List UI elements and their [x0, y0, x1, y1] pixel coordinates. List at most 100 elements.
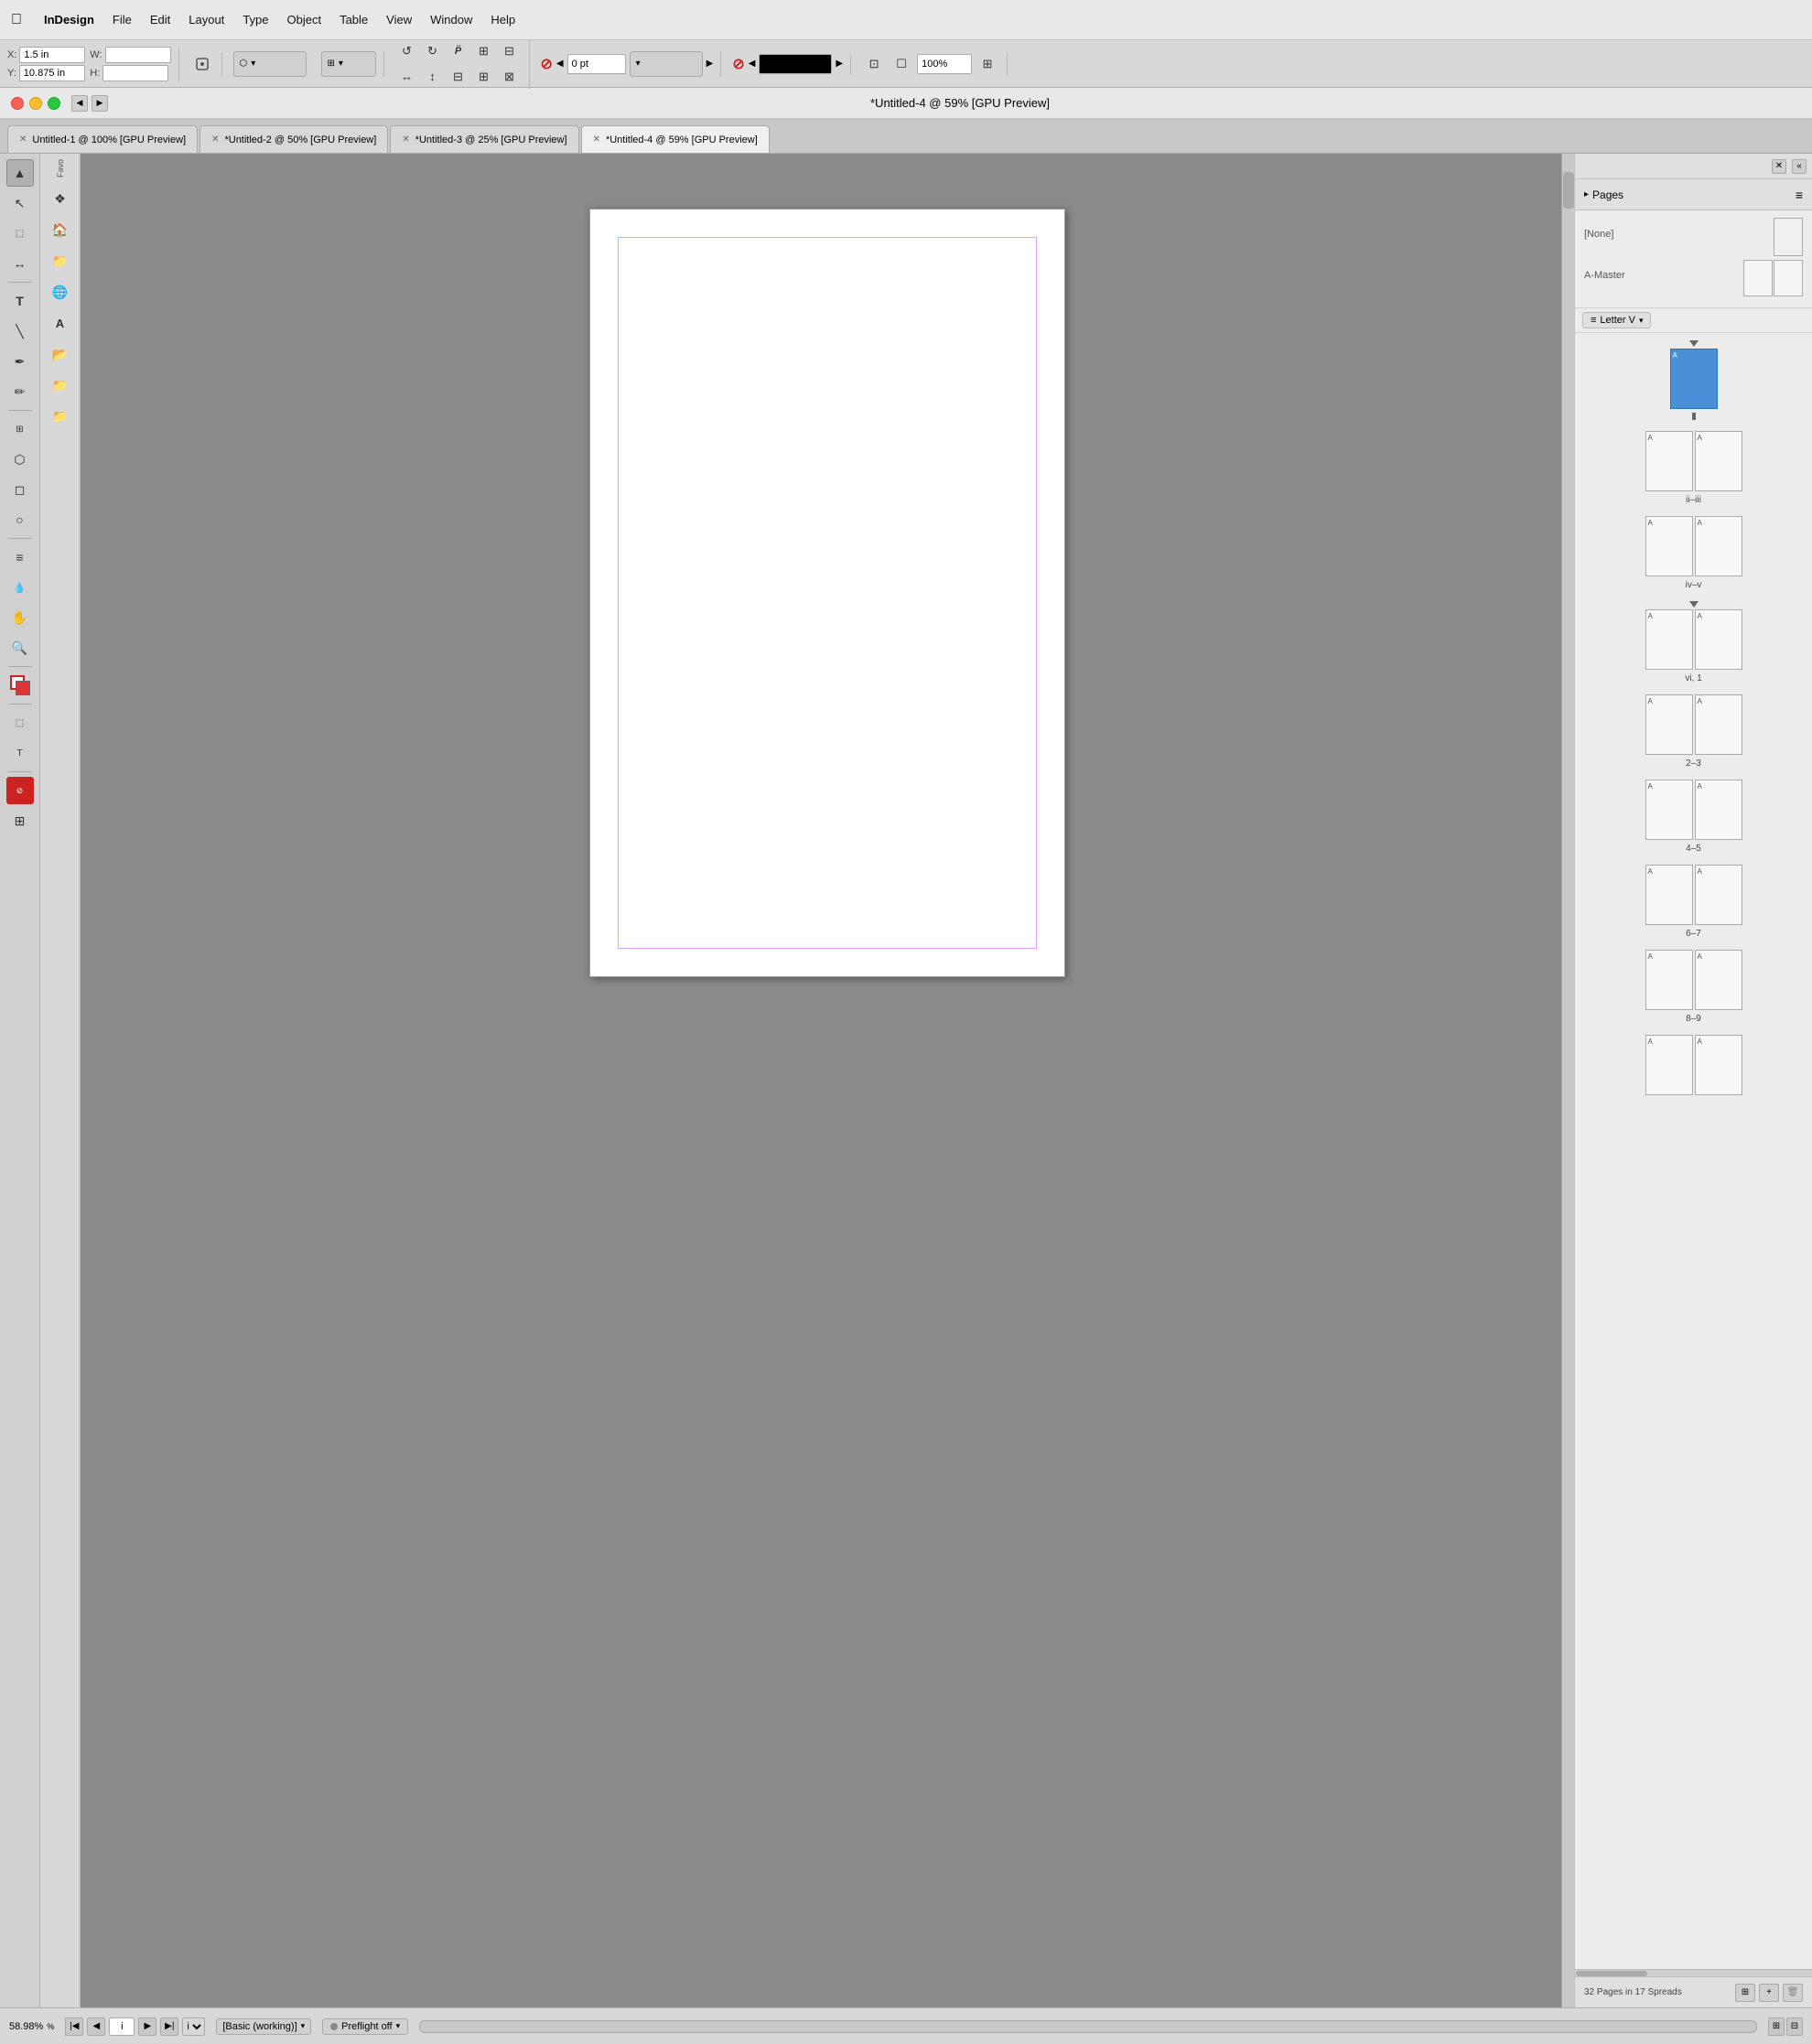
- tab-0[interactable]: ✕ Untitled-1 @ 100% [GPU Preview]: [7, 125, 198, 153]
- fill-color-swatch[interactable]: [759, 54, 832, 74]
- align-left-btn[interactable]: ⊞: [472, 39, 496, 63]
- type-tool[interactable]: T: [6, 287, 34, 315]
- fill-stroke-indicator[interactable]: [6, 672, 34, 699]
- vertical-scrollbar[interactable]: [1561, 154, 1574, 2007]
- page-select[interactable]: i: [182, 2017, 205, 2036]
- fav-item-5[interactable]: 📂: [47, 340, 74, 368]
- resize-btn[interactable]: ⊡: [862, 52, 886, 76]
- stroke-pt-input[interactable]: [567, 54, 626, 74]
- a-master-left-thumb[interactable]: [1743, 260, 1773, 296]
- new-master-btn[interactable]: ⊞: [1735, 1984, 1755, 2002]
- hand-tool[interactable]: ✋: [6, 604, 34, 631]
- pen-tool[interactable]: ✒: [6, 348, 34, 375]
- page-thumb-6[interactable]: A: [1645, 865, 1693, 925]
- fav-item-6[interactable]: 📁: [47, 371, 74, 399]
- more-options-btn[interactable]: ⊞: [976, 52, 999, 76]
- page-thumb-vi[interactable]: A: [1645, 609, 1693, 670]
- page-spread[interactable]: [589, 209, 1065, 977]
- align-center-btn[interactable]: ⊟: [498, 39, 522, 63]
- stroke-arrow-right[interactable]: ▶: [706, 59, 714, 69]
- title-next-btn[interactable]: ▶: [92, 95, 108, 112]
- spacing-btn[interactable]: ⊞: [472, 65, 496, 89]
- nav-first-btn[interactable]: |◀: [65, 2017, 83, 2036]
- view-mode-preview[interactable]: T: [6, 739, 34, 767]
- mode-dropdown[interactable]: [Basic (working)] ▾: [216, 2018, 311, 2035]
- fill-arrow-right[interactable]: ▶: [836, 59, 843, 69]
- apply-none-btn[interactable]: ⊘: [6, 777, 34, 804]
- flip-v-btn[interactable]: ↕: [421, 65, 445, 89]
- a-master-right-thumb[interactable]: [1774, 260, 1803, 296]
- nav-prev-btn[interactable]: ◀: [87, 2017, 105, 2036]
- page-tool[interactable]: ⬚: [6, 220, 34, 247]
- new-page-btn[interactable]: +: [1759, 1984, 1779, 2002]
- tab-1[interactable]: ✕ *Untitled-2 @ 50% [GPU Preview]: [200, 125, 388, 153]
- fill-color-icon[interactable]: ⊘: [732, 55, 744, 73]
- rotate-ccw-btn[interactable]: ↺: [395, 39, 419, 63]
- stroke-color-icon[interactable]: ⊘: [541, 55, 553, 73]
- page-thumb-last-right[interactable]: A: [1695, 1035, 1742, 1095]
- menu-object[interactable]: Object: [287, 13, 322, 27]
- view-btn-1[interactable]: ⊞: [1768, 2017, 1785, 2036]
- pages-content[interactable]: A A A ii–iii: [1575, 333, 1812, 1969]
- close-btn[interactable]: [11, 97, 24, 110]
- page-thumb-2[interactable]: A: [1645, 694, 1693, 755]
- page-thumb-iv[interactable]: A: [1645, 516, 1693, 576]
- x-input[interactable]: [19, 47, 85, 63]
- eyedropper-tool[interactable]: 💧: [6, 574, 34, 601]
- panel-menu-btn[interactable]: ≡: [1796, 188, 1803, 202]
- frame-btn[interactable]: ☐: [890, 52, 913, 76]
- fav-item-2[interactable]: 📁: [47, 247, 74, 274]
- nav-last-btn[interactable]: ▶|: [160, 2017, 178, 2036]
- fav-item-7[interactable]: 📁: [47, 403, 74, 430]
- page-thumb-ii[interactable]: A: [1645, 431, 1693, 491]
- page-thumb-last-left[interactable]: A: [1645, 1035, 1693, 1095]
- stroke-arrow-left[interactable]: ◀: [556, 59, 564, 69]
- tab-close-3[interactable]: ✕: [593, 134, 600, 145]
- text-frame-btn[interactable]: P̈: [447, 39, 470, 63]
- menu-type[interactable]: Type: [243, 13, 268, 27]
- page-thumb-v[interactable]: A: [1695, 516, 1742, 576]
- constrain-proportions-btn[interactable]: [190, 52, 214, 76]
- minimize-btn[interactable]: [29, 97, 42, 110]
- apple-menu[interactable]: : [11, 12, 22, 28]
- fav-item-3[interactable]: 🌐: [47, 278, 74, 306]
- rotate-cw-btn[interactable]: ↻: [421, 39, 445, 63]
- w-input[interactable]: [105, 47, 171, 63]
- maximize-btn[interactable]: [48, 97, 60, 110]
- pages-panel-scrollbar[interactable]: [1575, 1969, 1812, 1976]
- scrollbar-thumb[interactable]: [1563, 172, 1574, 209]
- menu-file[interactable]: File: [113, 13, 132, 27]
- section-dropdown-btn[interactable]: ≡ Letter V ▾: [1582, 312, 1651, 328]
- pencil-tool[interactable]: ✏: [6, 378, 34, 405]
- none-page-thumb[interactable]: [1774, 218, 1803, 256]
- tab-3[interactable]: ✕ *Untitled-4 @ 59% [GPU Preview]: [581, 125, 770, 153]
- fav-item-4[interactable]: A: [47, 309, 74, 337]
- menu-help[interactable]: Help: [491, 13, 515, 27]
- panel-close-btn[interactable]: ✕: [1772, 159, 1786, 174]
- tab-close-0[interactable]: ✕: [19, 134, 27, 145]
- selection-tool[interactable]: ▲: [6, 159, 34, 187]
- tab-2[interactable]: ✕ *Untitled-3 @ 25% [GPU Preview]: [390, 125, 578, 153]
- preflight-btn[interactable]: Preflight off ▾: [322, 2018, 408, 2035]
- rotation-dropdown[interactable]: ⬡ ▾: [233, 51, 307, 77]
- delete-page-btn[interactable]: 🗑: [1783, 1984, 1803, 2002]
- page-thumb-7[interactable]: A: [1695, 865, 1742, 925]
- title-prev-btn[interactable]: ◀: [71, 95, 88, 112]
- canvas-area[interactable]: [81, 154, 1574, 2007]
- rectangle-tool[interactable]: ◻: [6, 476, 34, 503]
- fav-item-1[interactable]: 🏠: [47, 216, 74, 243]
- statusbar-scrollbar[interactable]: [419, 2020, 1757, 2033]
- content-collector-tool[interactable]: ⊞: [6, 415, 34, 443]
- h-input[interactable]: [102, 65, 168, 81]
- app-name[interactable]: InDesign: [44, 13, 94, 27]
- menu-view[interactable]: View: [386, 13, 412, 27]
- distribute-btn[interactable]: ⊟: [447, 65, 470, 89]
- line-tool[interactable]: ╲: [6, 317, 34, 345]
- page-thumb-1[interactable]: A: [1695, 609, 1742, 670]
- page-thumb-4[interactable]: A: [1645, 780, 1693, 840]
- transform-dropdown[interactable]: ⊞ ▾: [321, 51, 376, 77]
- menu-table[interactable]: Table: [340, 13, 368, 27]
- zoom-tool[interactable]: 🔍: [6, 634, 34, 662]
- menu-layout[interactable]: Layout: [189, 13, 224, 27]
- tab-close-1[interactable]: ✕: [211, 134, 219, 145]
